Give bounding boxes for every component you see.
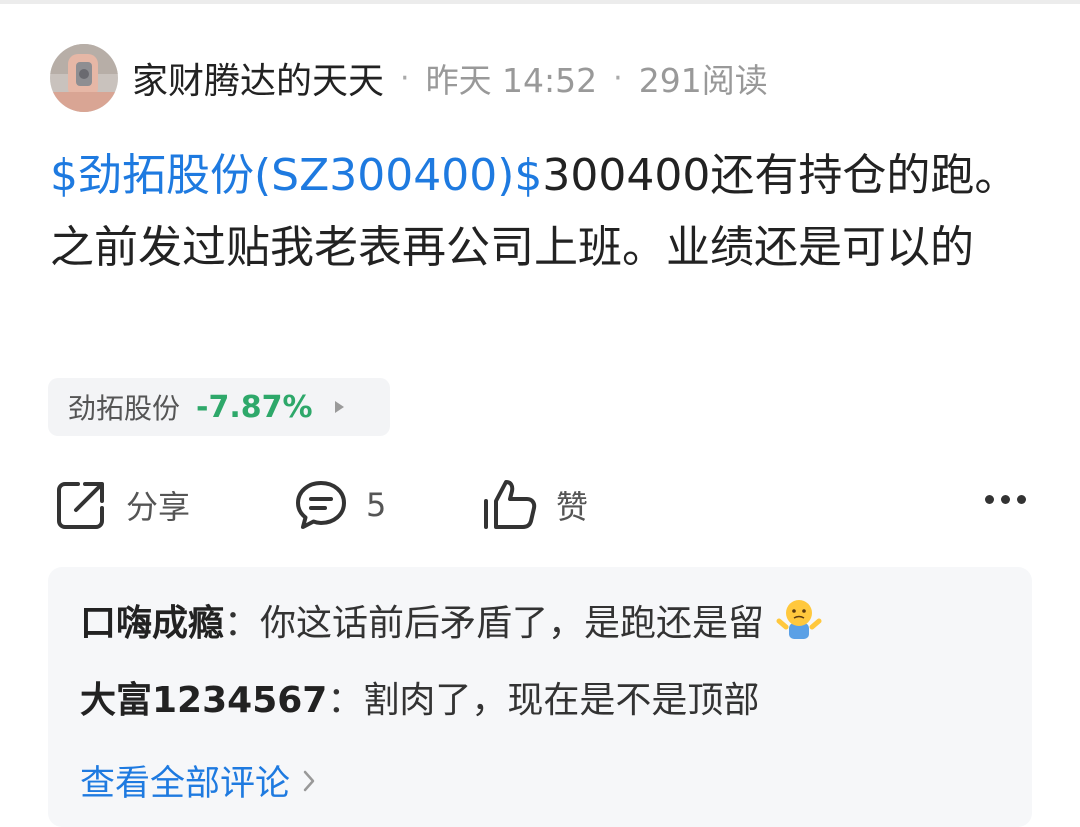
comment-text: 割肉了，现在是不是顶部 bbox=[363, 680, 760, 721]
comment-preview-panel: 口嗨成瘾：你这话前后矛盾了，是跑还是留 大富1234567：割肉了，现在是不是顶… bbox=[48, 567, 1032, 827]
view-all-label: 查看全部评论 bbox=[80, 764, 291, 804]
comment-count: 5 bbox=[366, 486, 387, 524]
share-icon bbox=[57, 482, 104, 529]
comment-author[interactable]: 口嗨成瘾 bbox=[80, 603, 224, 644]
view-all-comments-link[interactable]: 查看全部评论 bbox=[80, 755, 316, 806]
share-button[interactable]: 分享 bbox=[54, 470, 190, 540]
post-body: $劲拓股份(SZ300400)$300400还有持仓的跑。之前发过贴我老表再公司… bbox=[50, 140, 1035, 284]
like-button[interactable]: 赞 bbox=[482, 470, 588, 540]
top-divider bbox=[0, 0, 1080, 4]
action-bar: 分享 5 赞 bbox=[0, 470, 1080, 540]
stock-chip-change: -7.87% bbox=[196, 389, 313, 425]
shrug-emoji-icon bbox=[776, 600, 821, 639]
stock-chip[interactable]: 劲拓股份 -7.87% bbox=[48, 378, 390, 436]
more-options-icon[interactable] bbox=[985, 495, 1026, 504]
share-label: 分享 bbox=[126, 488, 191, 526]
chevron-right-icon bbox=[303, 770, 315, 791]
comment-item[interactable]: 口嗨成瘾：你这话前后矛盾了，是跑还是留 bbox=[80, 597, 822, 648]
stock-link[interactable]: $劲拓股份(SZ300400)$ bbox=[50, 150, 542, 201]
play-arrow-icon bbox=[334, 401, 344, 413]
post-time: 昨天 14:52 bbox=[425, 61, 598, 100]
comment-button[interactable]: 5 bbox=[294, 470, 386, 540]
thumbs-up-icon bbox=[484, 480, 537, 529]
meta-separator: · bbox=[400, 60, 410, 96]
author-name[interactable]: 家财腾达的天天 bbox=[132, 52, 384, 104]
comment-author[interactable]: 大富1234567 bbox=[80, 680, 327, 721]
avatar[interactable] bbox=[50, 44, 118, 112]
comment-icon bbox=[296, 481, 346, 529]
comment-colon: ： bbox=[224, 603, 261, 644]
comment-item[interactable]: 大富1234567：割肉了，现在是不是顶部 bbox=[80, 677, 759, 725]
post-header: 家财腾达的天天 · 昨天 14:52 · 291阅读 bbox=[50, 44, 768, 112]
comment-colon: ： bbox=[327, 680, 364, 721]
meta-separator: · bbox=[613, 60, 623, 96]
like-label: 赞 bbox=[556, 488, 589, 526]
stock-chip-name: 劲拓股份 bbox=[68, 392, 181, 425]
read-count: 291阅读 bbox=[638, 61, 768, 100]
comment-text: 你这话前后矛盾了，是跑还是留 bbox=[260, 603, 765, 644]
